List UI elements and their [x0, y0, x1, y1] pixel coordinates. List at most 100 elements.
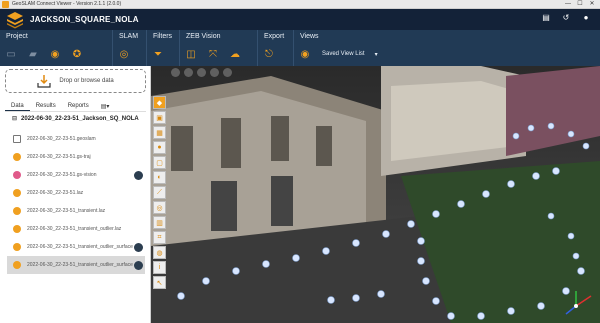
open-folder-icon[interactable]: ▰: [26, 47, 40, 61]
ribbon-toolbar: Project ▭ ▰ ◉ ✪ SLAM ◎ Filters ⏷ ZEB Vis…: [0, 30, 600, 66]
file-type-icon: [13, 171, 21, 179]
tab-data[interactable]: Data: [5, 102, 30, 111]
project-name: JACKSON_SQUARE_NOLA: [30, 15, 139, 24]
file-row[interactable]: 2022-06-30_22-23-51.laz: [7, 184, 145, 202]
file-list: 2022-06-30_22-23-51.geoslam 2022-06-30_22…: [7, 130, 145, 274]
viewport-toolbar: ◆ ▣ ▦ ● ▢ ◐ ⟋ ◎ ▥ ⌗ ◍ i ↖: [153, 96, 167, 289]
ribbon-group-filters: Filters ⏷: [147, 30, 180, 66]
history-icon[interactable]: ↺: [560, 13, 572, 22]
tab-reports[interactable]: Reports: [62, 102, 95, 111]
ribbon-group-label: SLAM: [119, 33, 139, 40]
ribbon-group-label: ZEB Vision: [186, 33, 221, 40]
ribbon-group-slam: SLAM ◎: [113, 30, 147, 66]
layers-icon[interactable]: ◆: [153, 96, 166, 109]
panorama-icon[interactable]: ☁: [228, 47, 242, 61]
nav-zoom-icon[interactable]: [210, 68, 219, 77]
file-row[interactable]: 2022-06-30_22-23-51.gs-traj: [7, 148, 145, 166]
filter-icon[interactable]: ⏷: [151, 47, 165, 61]
process-icon[interactable]: ◉: [48, 47, 62, 61]
tree-root-label: 2022-06-30_22-23-51_Jackson_SQ_NOLA: [21, 115, 139, 122]
file-type-icon: [13, 225, 21, 233]
dropzone-label: Drop or browse data: [59, 78, 114, 84]
file-name: 2022-06-30_22-23-51.gs-traj: [27, 154, 91, 160]
info-icon[interactable]: i: [153, 261, 166, 274]
ribbon-group-label: Views: [300, 33, 319, 40]
export-icon[interactable]: ⎋: [262, 47, 276, 61]
file-row[interactable]: 2022-06-30_22-23-51_transient.laz: [7, 202, 145, 220]
saved-view-dropdown[interactable]: Saved View List: [322, 51, 365, 57]
file-name: 2022-06-30_22-23-51_transient.laz: [27, 208, 106, 214]
data-panel: Drop or browse data Data Results Reports…: [0, 66, 151, 323]
crop-icon[interactable]: ⌗: [153, 231, 166, 244]
minimize-button[interactable]: —: [562, 0, 574, 9]
box-icon[interactable]: ▢: [153, 156, 166, 169]
nav-fit-icon[interactable]: [223, 68, 232, 77]
file-name: 2022-06-30_22-23-51.gs-vision: [27, 172, 97, 178]
upload-icon: [37, 75, 51, 88]
viewport-nav-bar: [171, 68, 232, 77]
vision-badge-icon[interactable]: [134, 170, 143, 180]
file-name: 2022-06-30_22-23-51_transient_outlier.la…: [27, 226, 122, 232]
point-cloud-viewport[interactable]: ◆ ▣ ▦ ● ▢ ◐ ⟋ ◎ ▥ ⌗ ◍ i ↖: [151, 66, 600, 323]
app-icon: [2, 0, 9, 8]
slam-icon[interactable]: ◎: [117, 47, 131, 61]
ribbon-group-label: Project: [6, 33, 28, 40]
file-row[interactable]: 2022-06-30_22-23-51_transient_outlier_su…: [7, 256, 145, 274]
ribbon-group-label: Filters: [153, 33, 173, 40]
target-icon[interactable]: ◎: [153, 201, 166, 214]
file-name: 2022-06-30_22-23-51_transient_outlier_su…: [27, 262, 133, 268]
compass-icon[interactable]: ◍: [153, 246, 166, 259]
file-name: 2022-06-30_22-23-51.geoslam: [27, 136, 96, 142]
colorize-icon[interactable]: ⤧: [206, 47, 220, 61]
file-type-icon: [13, 189, 21, 197]
settings-icon[interactable]: ✪: [70, 47, 84, 61]
maximize-button[interactable]: ☐: [574, 0, 586, 9]
ribbon-group-label: Export: [264, 33, 285, 40]
cursor-icon[interactable]: ↖: [153, 276, 166, 289]
geoslam-logo-icon: [7, 11, 23, 28]
file-type-icon: [13, 153, 21, 161]
dropzone[interactable]: Drop or browse data: [5, 69, 146, 93]
file-name: 2022-06-30_22-23-51_transient_outlier_su…: [27, 244, 133, 250]
nav-orbit-icon[interactable]: [197, 68, 206, 77]
nav-home-icon[interactable]: [171, 68, 180, 77]
point-cloud-render[interactable]: [151, 66, 600, 323]
file-name: 2022-06-30_22-23-51.laz: [27, 190, 84, 196]
file-type-icon: [13, 261, 21, 269]
file-type-icon: [13, 207, 21, 215]
file-row[interactable]: 2022-06-30_22-23-51.geoslam: [7, 130, 145, 148]
file-type-icon: [13, 243, 21, 251]
app-header: JACKSON_SQUARE_NOLA ▤ ↺ ●: [0, 9, 600, 30]
ribbon-group-export: Export ⎋: [258, 30, 294, 66]
pin-icon[interactable]: ●: [153, 141, 166, 154]
folder-icon: ⊟: [12, 116, 18, 122]
vision-badge-icon[interactable]: [134, 242, 143, 252]
camera-view-icon[interactable]: ◐: [153, 171, 166, 184]
chevron-down-icon[interactable]: ▾: [375, 51, 378, 58]
ribbon-group-zeb-vision: ZEB Vision ◫ ⤧ ☁: [180, 30, 258, 66]
new-project-icon[interactable]: ▭: [4, 47, 18, 61]
nav-pan-icon[interactable]: [184, 68, 193, 77]
list-view-icon[interactable]: ▤▾: [95, 102, 116, 111]
ribbon-group-project: Project ▭ ▰ ◉ ✪: [0, 30, 113, 66]
tree-root[interactable]: ⊟ 2022-06-30_22-23-51_Jackson_SQ_NOLA: [12, 115, 139, 123]
ribbon-group-views: Views ◉ Saved View List ▾: [294, 30, 600, 66]
file-row[interactable]: 2022-06-30_22-23-51_transient_outlier_su…: [7, 238, 145, 256]
views-icon[interactable]: ◉: [298, 47, 312, 61]
file-row[interactable]: 2022-06-30_22-23-51.gs-vision: [7, 166, 145, 184]
file-row[interactable]: 2022-06-30_22-23-51_transient_outlier.la…: [7, 220, 145, 238]
close-button[interactable]: ✕: [586, 0, 598, 9]
camera-icon[interactable]: ◫: [184, 47, 198, 61]
grid-icon[interactable]: ▦: [153, 126, 166, 139]
window-titlebar: GeoSLAM Connect Viewer - Version 2.1.1 (…: [0, 0, 600, 9]
user-menu-icon[interactable]: ●: [580, 13, 592, 22]
measure-icon[interactable]: ⟋: [153, 186, 166, 199]
vision-badge-icon[interactable]: [134, 260, 143, 270]
tab-results[interactable]: Results: [30, 102, 62, 111]
window-title: GeoSLAM Connect Viewer - Version 2.1.1 (…: [12, 1, 122, 7]
cube-icon[interactable]: ▣: [153, 111, 166, 124]
split-icon[interactable]: ▥: [153, 216, 166, 229]
file-type-icon: [13, 135, 21, 143]
document-icon[interactable]: ▤: [540, 13, 552, 22]
panel-tabs: Data Results Reports ▤▾: [5, 102, 115, 111]
